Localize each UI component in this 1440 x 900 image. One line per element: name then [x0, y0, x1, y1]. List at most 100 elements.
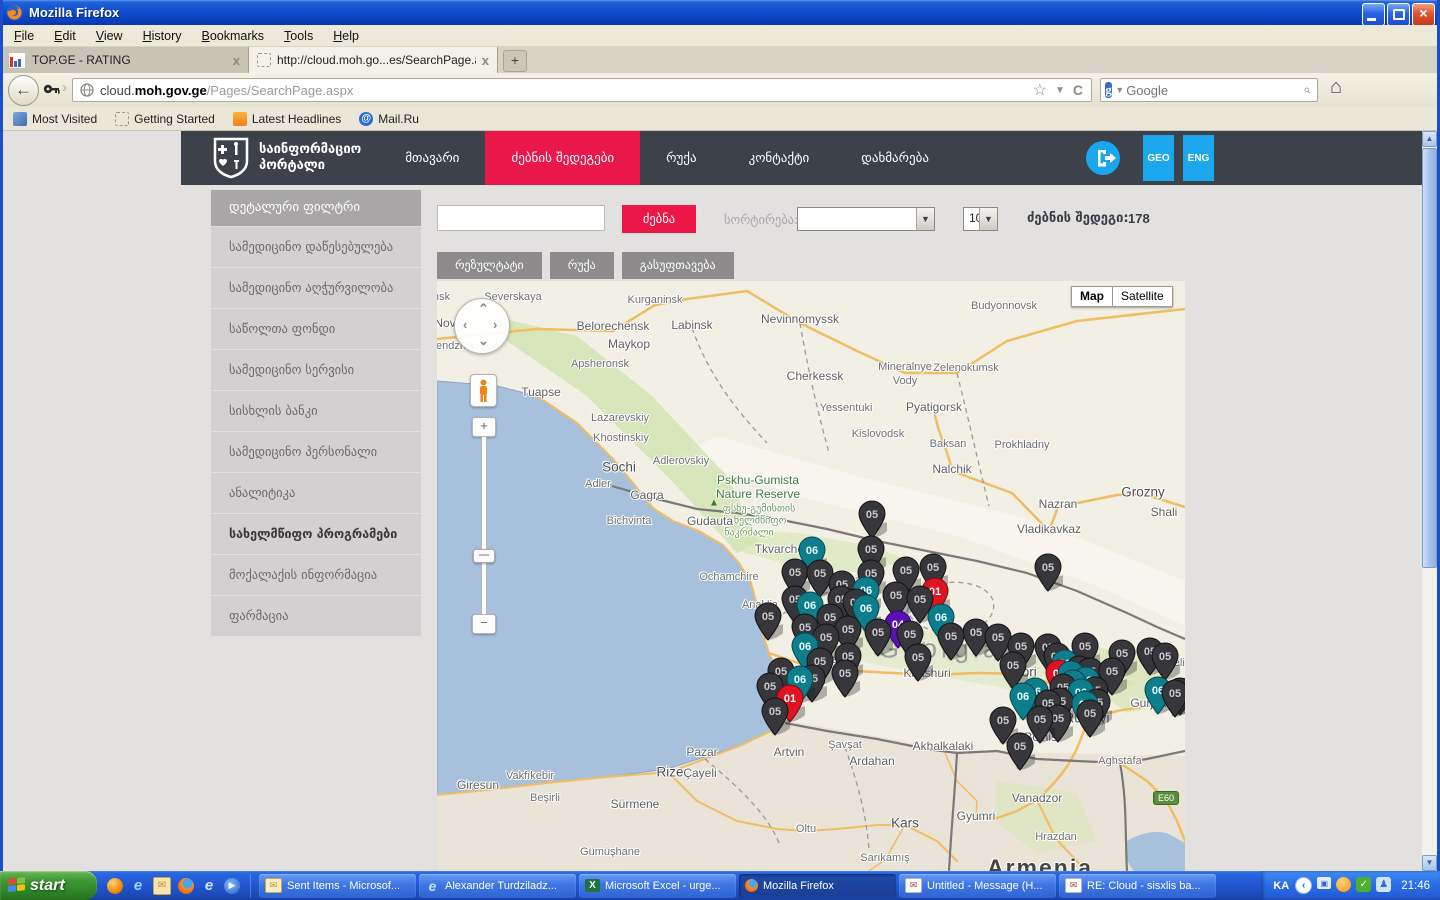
- map-marker[interactable]: 05: [1033, 553, 1063, 593]
- search-button[interactable]: ძებნა: [622, 205, 696, 233]
- select-arrow-icon[interactable]: ▼: [979, 208, 997, 230]
- page-size-select[interactable]: 10▼: [963, 207, 998, 231]
- menu-item[interactable]: History: [133, 25, 192, 47]
- tray-icon[interactable]: ▣: [1317, 877, 1331, 889]
- map-type-map-button[interactable]: Map: [1071, 286, 1113, 307]
- tray-icon[interactable]: ✓: [1356, 877, 1371, 892]
- site-nav-item[interactable]: ძებნის შედეგები: [485, 131, 640, 185]
- back-button[interactable]: ←: [8, 75, 39, 106]
- search-input[interactable]: [437, 205, 605, 231]
- logout-icon[interactable]: [1086, 141, 1120, 175]
- task-button[interactable]: XMicrosoft Excel - urge...: [579, 874, 736, 898]
- zoom-slider-handle[interactable]: [473, 549, 495, 563]
- map-marker[interactable]: 05: [1160, 679, 1185, 719]
- map-marker[interactable]: 05: [1075, 699, 1105, 739]
- tab-searchpage[interactable]: http://cloud.moh.go...es/SearchPage.aspx…: [249, 47, 498, 73]
- map-marker[interactable]: 05: [830, 659, 860, 699]
- menu-item[interactable]: View: [86, 25, 133, 47]
- quick-launch-icon[interactable]: ✉: [153, 877, 171, 895]
- zoom-out-button[interactable]: −: [472, 614, 496, 634]
- quick-launch-icon[interactable]: ▶: [224, 878, 240, 894]
- start-button[interactable]: start: [0, 871, 97, 900]
- language-indicator[interactable]: KA: [1273, 880, 1289, 892]
- view-action-button[interactable]: გასუფთავება: [622, 252, 734, 279]
- map-marker[interactable]: 05: [1005, 732, 1035, 772]
- view-action-button[interactable]: რეზულტატი: [437, 252, 542, 279]
- search-engine-box[interactable]: g ▼: [1100, 78, 1318, 102]
- sidebar-item[interactable]: სისხლის ბანკი: [211, 391, 421, 431]
- url-dropdown-icon[interactable]: ▼: [1055, 85, 1065, 96]
- sort-select[interactable]: ▼: [797, 207, 935, 231]
- bookmark-item[interactable]: @Mail.Ru: [352, 112, 426, 126]
- site-nav-item[interactable]: მთავარი: [379, 131, 485, 185]
- pan-right-icon[interactable]: ›: [493, 317, 497, 332]
- sidebar-item[interactable]: მოქალაქის ინფორმაცია: [211, 555, 421, 595]
- quick-launch-icon[interactable]: e: [201, 878, 217, 894]
- tab-close-icon[interactable]: x: [482, 53, 489, 68]
- map-marker[interactable]: 05: [760, 697, 790, 737]
- scroll-up-icon[interactable]: ▲: [1422, 131, 1437, 147]
- map-marker[interactable]: 05: [903, 643, 933, 683]
- view-action-button[interactable]: რუქა: [550, 252, 614, 279]
- bookmark-item[interactable]: Most Visited: [6, 112, 104, 126]
- task-button[interactable]: ✉RE: Cloud - sisxlis ba...: [1059, 874, 1216, 898]
- quick-launch-icon[interactable]: [178, 878, 194, 894]
- site-logo[interactable]: საინფორმაციოპორტალი: [213, 137, 361, 179]
- bookmark-item[interactable]: Latest Headlines: [226, 112, 348, 126]
- sidebar-item[interactable]: სამედიცინო აღჭურვილობა: [211, 268, 421, 308]
- scroll-down-icon[interactable]: ▼: [1422, 855, 1437, 871]
- menu-item[interactable]: Bookmarks: [192, 25, 275, 47]
- site-nav-item[interactable]: კონტაქტი: [723, 131, 836, 185]
- task-button[interactable]: eAlexander Turdziladz...: [419, 874, 576, 898]
- tray-icon[interactable]: ♟: [1376, 877, 1391, 892]
- task-button[interactable]: ✉Untitled - Message (H...: [899, 874, 1056, 898]
- menu-item[interactable]: Tools: [274, 25, 323, 47]
- map-marker[interactable]: 05: [857, 500, 887, 540]
- language-button[interactable]: ENG: [1183, 135, 1214, 181]
- sidebar-item[interactable]: სახელმწიფო პროგრამები: [211, 514, 421, 554]
- restore-button[interactable]: [1387, 3, 1410, 26]
- bookmark-star-icon[interactable]: ☆: [1033, 80, 1047, 100]
- zoom-in-button[interactable]: +: [472, 417, 496, 437]
- page-scrollbar[interactable]: ▲ ▼: [1422, 131, 1437, 871]
- map-marker[interactable]: 05: [936, 622, 966, 662]
- pan-left-icon[interactable]: ‹: [463, 317, 467, 332]
- reload-icon[interactable]: C: [1073, 82, 1083, 98]
- menu-item[interactable]: File: [4, 25, 44, 47]
- sidebar-item[interactable]: ფარმაცია: [211, 596, 421, 636]
- site-nav-item[interactable]: რუქა: [640, 131, 722, 185]
- menu-item[interactable]: Help: [323, 25, 369, 47]
- sidebar-item[interactable]: სამედიცინო დაწესებულება: [211, 227, 421, 267]
- map-type-satellite-button[interactable]: Satellite: [1113, 286, 1173, 307]
- map-marker[interactable]: 05: [753, 602, 783, 642]
- tray-icon[interactable]: ‹: [1295, 877, 1312, 894]
- tab-topge[interactable]: TOP.GE - RATING x: [0, 47, 249, 73]
- language-button[interactable]: GEO: [1143, 135, 1174, 181]
- zoom-slider-track[interactable]: [481, 436, 487, 616]
- tray-icon[interactable]: [1336, 877, 1351, 892]
- sidebar-item[interactable]: სამედიცინო პერსონალი: [211, 432, 421, 472]
- sidebar-item[interactable]: საწოლთა ფონდი: [211, 309, 421, 349]
- select-arrow-icon[interactable]: ▼: [916, 208, 934, 230]
- task-button[interactable]: ✉Sent Items - Microsof...: [259, 874, 416, 898]
- quick-launch-icon[interactable]: [107, 878, 123, 894]
- close-button[interactable]: ×: [1412, 3, 1435, 26]
- tab-close-icon[interactable]: x: [233, 53, 240, 68]
- map-marker[interactable]: 05: [863, 618, 893, 658]
- home-icon[interactable]: ⌂: [1330, 76, 1342, 99]
- pan-up-icon[interactable]: ⌃: [478, 301, 489, 317]
- engine-dropdown-icon[interactable]: ▼: [1115, 85, 1124, 95]
- quick-launch-icon[interactable]: e: [130, 878, 146, 894]
- url-bar[interactable]: cloud.moh.gov.ge/Pages/SearchPage.aspx ☆…: [72, 78, 1092, 102]
- site-nav-item[interactable]: დახმარება: [835, 131, 955, 185]
- minimize-button[interactable]: [1362, 3, 1385, 26]
- bookmark-item[interactable]: Getting Started: [108, 112, 222, 126]
- sidebar-item[interactable]: ანალიტიკა: [211, 473, 421, 513]
- menu-item[interactable]: Edit: [44, 25, 86, 47]
- street-view-pegman[interactable]: [470, 374, 497, 407]
- sidebar-item[interactable]: სამედიცინო სერვისი: [211, 350, 421, 390]
- google-map[interactable]: mskSeverskayaKurganinskNovBelorechenskLa…: [437, 281, 1185, 871]
- scrollbar-thumb[interactable]: [1422, 148, 1437, 568]
- new-tab-button[interactable]: +: [503, 50, 527, 72]
- task-button[interactable]: Mozilla Firefox: [739, 874, 896, 898]
